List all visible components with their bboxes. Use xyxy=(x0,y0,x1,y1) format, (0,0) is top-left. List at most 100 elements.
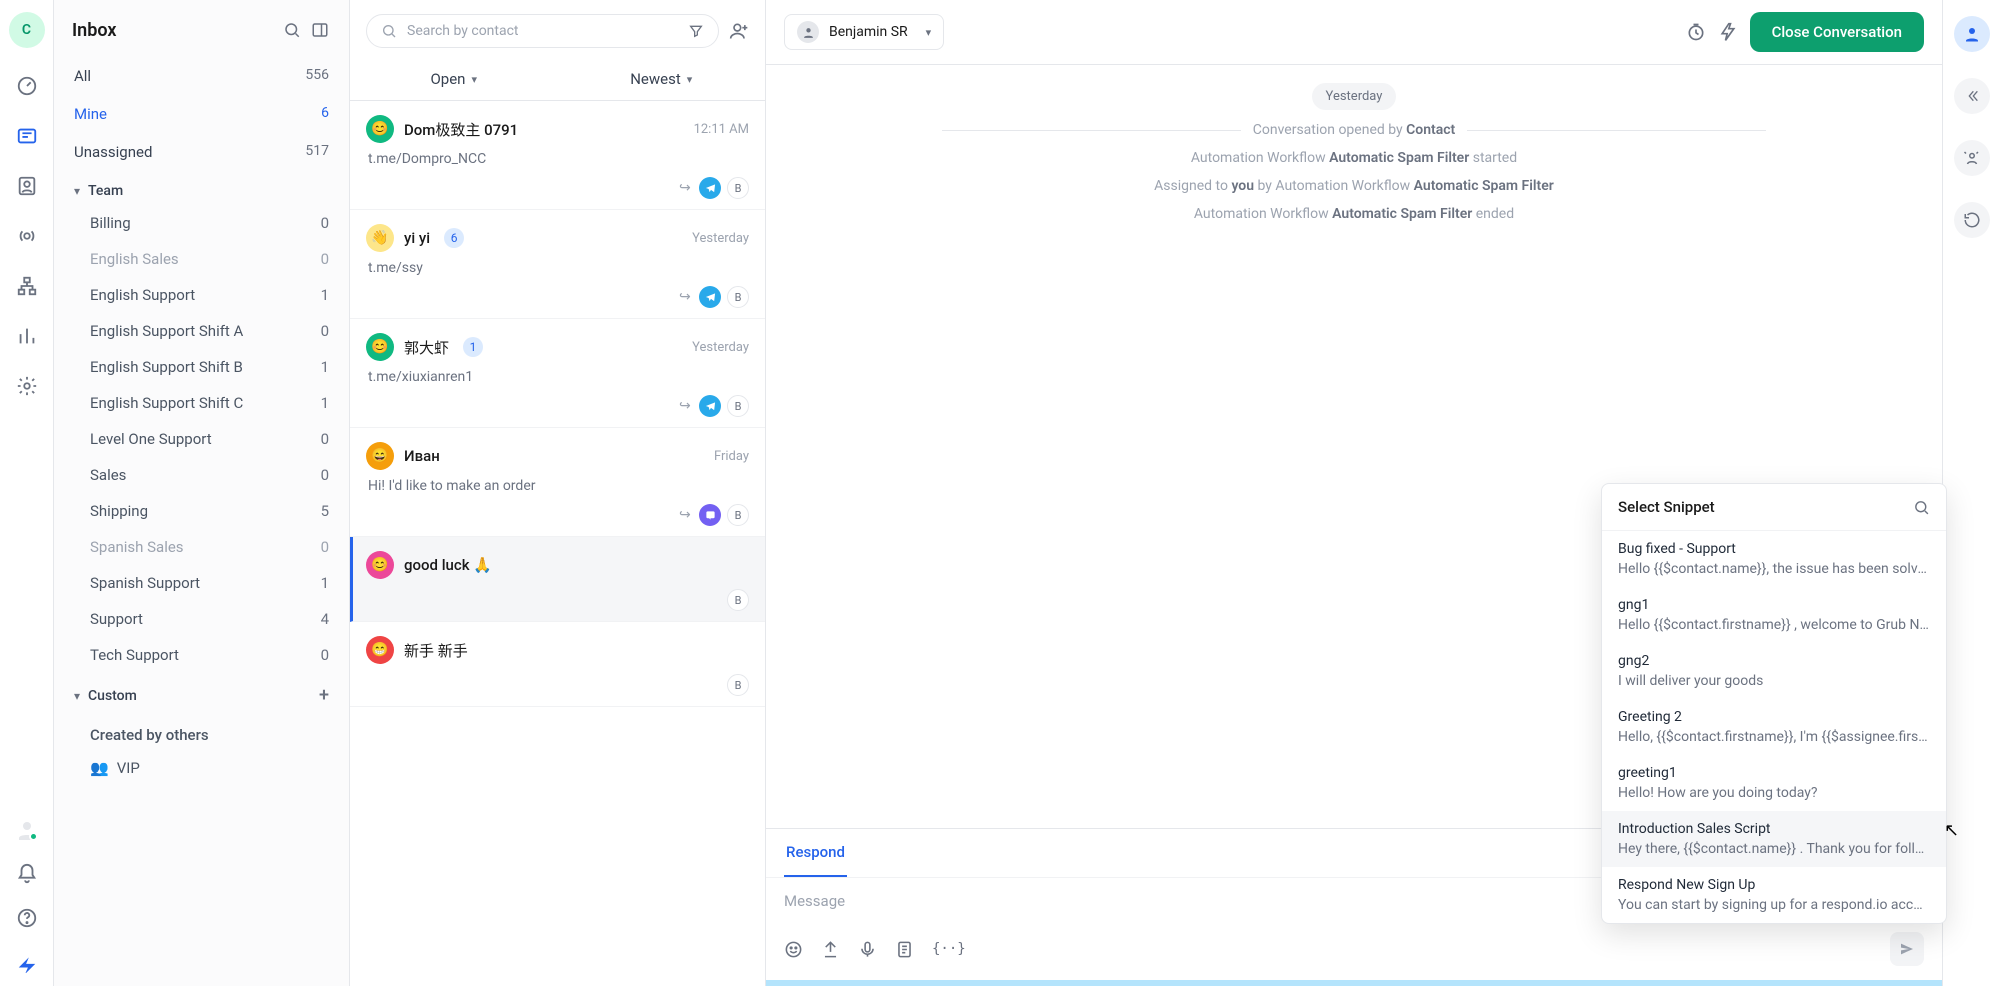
assignee-select[interactable]: Benjamin SR ▾ xyxy=(784,14,944,50)
workspace-avatar[interactable]: C xyxy=(9,12,45,48)
conversation-time: Yesterday xyxy=(692,340,749,355)
team-item[interactable]: English Support Shift C1 xyxy=(62,385,341,421)
team-item[interactable]: English Support1 xyxy=(62,277,341,313)
team-item[interactable]: Billing0 xyxy=(62,205,341,241)
emoji-icon[interactable] xyxy=(784,940,803,959)
filter-icon[interactable] xyxy=(688,23,704,39)
activity-panel-icon[interactable] xyxy=(1954,202,1990,238)
snippet-title: Select Snippet xyxy=(1618,498,1715,516)
team-item[interactable]: English Support Shift B1 xyxy=(62,349,341,385)
conversation-item[interactable]: 😊郭大虾1Yesterdayt.me/xiuxianren1↩B xyxy=(350,319,765,428)
system-message: Assigned to you by Automation Workflow A… xyxy=(1154,178,1554,194)
telegram-icon xyxy=(699,395,721,417)
composer-tab-respond[interactable]: Respond xyxy=(784,829,847,877)
expand-panel-icon[interactable] xyxy=(1954,78,1990,114)
snippet-item[interactable]: gng2I will deliver your goods xyxy=(1602,643,1946,699)
snippet-item[interactable]: gng1Hello {{$contact.firstname}} , welco… xyxy=(1602,587,1946,643)
unread-badge: 1 xyxy=(463,337,483,357)
conversation-item[interactable]: 😄ИванFridayHi! I'd like to make an order… xyxy=(350,428,765,537)
team-item[interactable]: Level One Support0 xyxy=(62,421,341,457)
broadcast-icon[interactable] xyxy=(15,224,39,248)
unread-badge: 6 xyxy=(444,228,464,248)
conversation-item[interactable]: 👋yi yi6Yesterdayt.me/ssy↩B xyxy=(350,210,765,319)
dashboard-icon[interactable] xyxy=(15,74,39,98)
group-custom[interactable]: ▾Custom+ xyxy=(62,673,341,712)
channel-panel-icon[interactable] xyxy=(1954,140,1990,176)
group-team[interactable]: ▾Team xyxy=(62,171,341,205)
variable-icon[interactable]: {··} xyxy=(932,941,966,957)
right-nav xyxy=(1942,0,2000,986)
contact-details-icon[interactable] xyxy=(1954,16,1990,52)
team-item[interactable]: Spanish Support1 xyxy=(62,565,341,601)
reply-arrow-icon: ↩ xyxy=(679,398,691,414)
system-message: Automation Workflow Automatic Spam Filte… xyxy=(1194,206,1514,222)
team-item[interactable]: Sales0 xyxy=(62,457,341,493)
team-item[interactable]: Shipping5 xyxy=(62,493,341,529)
close-conversation-button[interactable]: Close Conversation xyxy=(1750,12,1924,52)
tab-open[interactable]: Open▾ xyxy=(350,58,558,100)
assignee-badge: B xyxy=(727,395,749,417)
contact-avatar: 😊 xyxy=(366,333,394,361)
snippet-item[interactable]: Introduction Sales ScriptHey there, {{$c… xyxy=(1602,811,1946,867)
inbox-panel-icon[interactable] xyxy=(311,21,331,41)
attachment-icon[interactable] xyxy=(821,940,840,959)
conversation-list: Search by contact Open▾ Newest▾ 😊 Dom极致主 … xyxy=(350,0,766,986)
team-item[interactable]: Spanish Sales0 xyxy=(62,529,341,565)
send-button[interactable] xyxy=(1890,932,1924,966)
snippet-item[interactable]: Respond New Sign UpYou can start by sign… xyxy=(1602,867,1946,923)
inbox-icon[interactable] xyxy=(15,124,39,148)
snooze-icon[interactable] xyxy=(1686,22,1706,42)
add-custom-icon[interactable]: + xyxy=(319,685,329,706)
contact-avatar: 😄 xyxy=(366,442,394,470)
filter-unassigned[interactable]: Unassigned517 xyxy=(62,133,341,171)
notifications-icon[interactable] xyxy=(15,862,39,886)
message-preview: Hi! I'd like to make an order xyxy=(368,478,749,494)
assignee-badge: B xyxy=(727,589,749,611)
voice-icon[interactable] xyxy=(858,940,877,959)
day-divider: Yesterday xyxy=(1312,83,1397,110)
snippet-item[interactable]: greeting1Hello! How are you doing today? xyxy=(1602,755,1946,811)
assignee-badge: B xyxy=(727,674,749,696)
people-icon: 👥 xyxy=(90,759,109,777)
tab-sort[interactable]: Newest▾ xyxy=(558,58,766,100)
message-preview: t.me/ssy xyxy=(368,260,749,276)
settings-icon[interactable] xyxy=(15,374,39,398)
person-icon xyxy=(797,21,819,43)
help-icon[interactable] xyxy=(15,906,39,930)
filter-mine[interactable]: Mine6 xyxy=(62,95,341,133)
custom-item-vip[interactable]: 👥VIP xyxy=(62,750,341,786)
created-by-others-label: Created by others xyxy=(62,712,341,750)
team-item[interactable]: Tech Support0 xyxy=(62,637,341,673)
team-item[interactable]: English Support Shift A0 xyxy=(62,313,341,349)
snippet-item[interactable]: Greeting 2Hello, {{$contact.firstname}},… xyxy=(1602,699,1946,755)
chevron-down-icon: ▾ xyxy=(74,184,80,198)
team-item[interactable]: Support4 xyxy=(62,601,341,637)
inbox-search-icon[interactable] xyxy=(283,21,303,41)
conversation-search[interactable]: Search by contact xyxy=(366,14,719,48)
system-message: Automation Workflow Automatic Spam Filte… xyxy=(1191,150,1517,166)
telegram-icon xyxy=(699,177,721,199)
filter-all[interactable]: All556 xyxy=(62,57,341,95)
snippet-item[interactable]: Bug fixed - SupportHello {{$contact.name… xyxy=(1602,531,1946,587)
contacts-icon[interactable] xyxy=(15,174,39,198)
conversation-item[interactable]: 😊good luck 🙏B xyxy=(350,537,765,622)
conversation-item[interactable]: 😊Dom极致主 079112:11 AMt.me/Dompro_NCC↩B xyxy=(350,101,765,210)
add-contact-icon[interactable] xyxy=(729,21,749,41)
contact-name: Иван xyxy=(404,447,440,465)
conversation-time: 12:11 AM xyxy=(694,122,749,137)
workflow-trigger-icon[interactable] xyxy=(1718,22,1738,42)
contact-avatar: 😊 xyxy=(366,115,394,143)
search-icon xyxy=(381,23,397,39)
chevron-down-icon: ▾ xyxy=(74,689,80,703)
snippet-icon[interactable] xyxy=(895,940,914,959)
contact-name: Dom极致主 0791 xyxy=(404,119,518,140)
inbox-title: Inbox xyxy=(72,20,275,41)
workflows-icon[interactable] xyxy=(15,274,39,298)
contact-avatar: 😁 xyxy=(366,636,394,664)
reports-icon[interactable] xyxy=(15,324,39,348)
user-status-icon[interactable] xyxy=(15,818,39,842)
conversation-item[interactable]: 😁新手 新手B xyxy=(350,622,765,707)
snippet-search-icon[interactable] xyxy=(1913,499,1930,516)
team-item[interactable]: English Sales0 xyxy=(62,241,341,277)
respond-logo-icon[interactable] xyxy=(15,950,39,974)
